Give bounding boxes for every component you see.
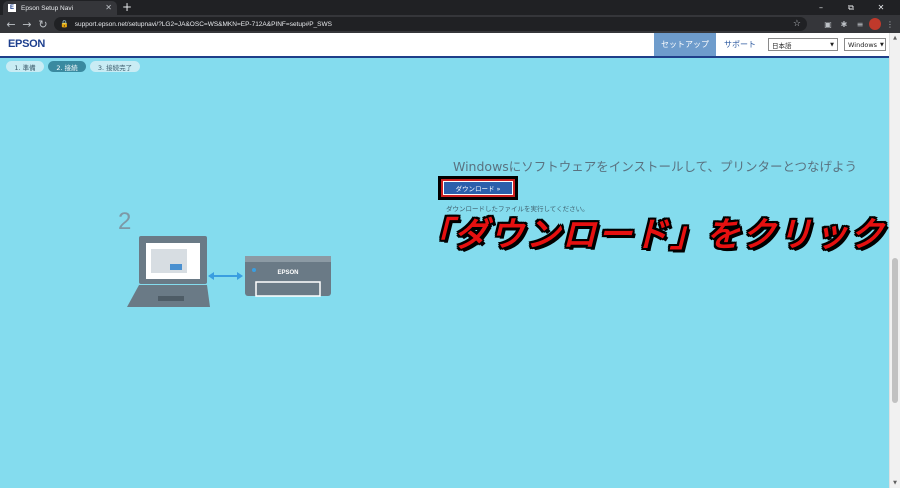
bookmark-star-icon[interactable]: ☆ (793, 17, 801, 31)
new-tab-button[interactable]: + (122, 0, 132, 15)
laptop-printer-illustration: EPSON (127, 236, 331, 307)
epson-favicon-icon: E (8, 4, 16, 12)
browser-tab-bar: E Epson Setup Navi ✕ + – ⧉ ✕ (0, 0, 900, 15)
scroll-down-arrow-icon[interactable]: ▼ (890, 478, 900, 488)
puzzle-extension-icon[interactable]: ✱ (838, 18, 850, 30)
download-highlight-box: ダウンロード » (438, 176, 518, 200)
close-tab-icon[interactable]: ✕ (105, 4, 112, 12)
printer-brand-label: EPSON (277, 270, 298, 276)
scrollbar-thumb[interactable] (892, 258, 898, 403)
os-select-value: Windows (848, 40, 878, 49)
download-button[interactable]: ダウンロード » (443, 181, 513, 195)
epson-logo[interactable]: EPSON (8, 38, 45, 50)
browser-tab[interactable]: E Epson Setup Navi ✕ (3, 1, 117, 15)
os-select[interactable]: Windows ▼ (844, 38, 886, 51)
step-prepare[interactable]: 1. 準備 (6, 61, 44, 72)
step-connect[interactable]: 2. 接続 (48, 61, 86, 72)
chat-extension-icon[interactable]: ▣ (822, 18, 834, 30)
site-header: EPSON セットアップ サポート 日本語 ▼ Windows ▼ (0, 33, 889, 58)
minimize-button[interactable]: – (806, 0, 836, 15)
address-bar[interactable]: 🔒 support.epson.net/setupnavi/?LG2=JA&OS… (54, 17, 807, 31)
nav-support-tab[interactable]: サポート (718, 33, 762, 56)
browser-toolbar: ← → ↻ 🔒 support.epson.net/setupnavi/?LG2… (0, 15, 900, 33)
close-window-button[interactable]: ✕ (866, 0, 896, 15)
reading-list-icon[interactable]: ≡ (854, 18, 866, 30)
reload-icon[interactable]: ↻ (36, 16, 50, 32)
tab-title: Epson Setup Navi (21, 4, 74, 12)
menu-dots-icon[interactable]: ⋮ (884, 18, 896, 30)
page-headline: Windowsにソフトウェアをインストールして、プリンターとつなげよう (453, 159, 858, 174)
printer-icon: EPSON (245, 256, 331, 297)
scroll-up-arrow-icon[interactable]: ▲ (890, 33, 900, 43)
lock-icon: 🔒 (60, 20, 69, 28)
double-arrow-icon (208, 272, 243, 280)
language-select[interactable]: 日本語 ▼ (768, 38, 838, 51)
click-download-callout: 「ダウンロード」をクリック (418, 215, 886, 255)
step-complete[interactable]: 3. 接続完了 (90, 61, 140, 72)
forward-arrow-icon[interactable]: → (20, 16, 34, 32)
back-arrow-icon[interactable]: ← (4, 16, 18, 32)
language-select-value: 日本語 (772, 41, 792, 50)
url-text: support.epson.net/setupnavi/?LG2=JA&OSC=… (74, 20, 332, 28)
profile-avatar[interactable] (869, 18, 881, 30)
nav-setup-tab[interactable]: セットアップ (654, 33, 716, 56)
chevron-down-icon: ▼ (880, 41, 884, 48)
laptop-icon (127, 236, 210, 307)
chevron-down-icon: ▼ (830, 41, 834, 48)
restore-button[interactable]: ⧉ (836, 0, 866, 15)
page-scrollbar[interactable]: ▲ ▼ (889, 33, 900, 488)
